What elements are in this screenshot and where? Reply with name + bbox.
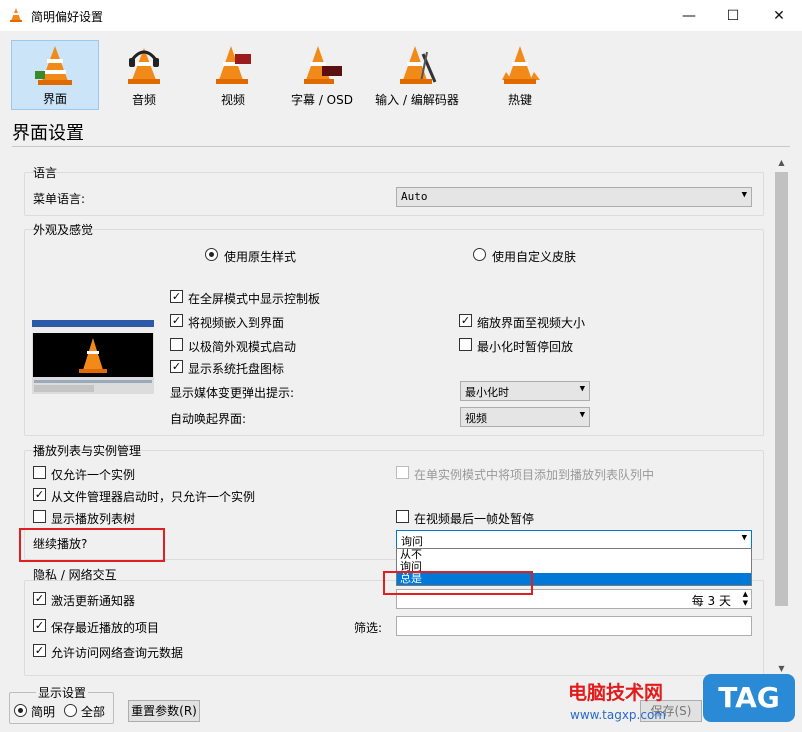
option-never[interactable]: 从不 — [397, 549, 751, 561]
category-hotkeys[interactable]: 热键 — [476, 40, 564, 110]
title-bar: 简明偏好设置 — ☐ ✕ — [0, 0, 802, 31]
category-audio[interactable]: 音频 — [100, 40, 188, 110]
video-cone-icon — [216, 46, 251, 84]
select-value: 询问 — [401, 535, 423, 548]
native-style-preview — [32, 320, 154, 394]
popup-select[interactable]: 最小化时 ▼ — [460, 381, 590, 401]
systray-checkbox[interactable]: ✓ — [170, 360, 183, 373]
reset-preferences-button[interactable]: 重置参数(R) — [128, 700, 200, 722]
section-title: 界面设置 — [12, 123, 84, 144]
popup-label: 显示媒体变更弹出提示: — [170, 386, 295, 400]
save-recent-label: 保存最近播放的项目 — [51, 621, 160, 635]
playlist-tree-label: 显示播放列表树 — [51, 512, 136, 526]
pause-minimized-label: 最小化时暂停回放 — [477, 340, 574, 354]
chevron-down-icon: ▼ — [579, 410, 585, 420]
privacy-group-title: 隐私 / 网络交互 — [33, 568, 117, 582]
all-mode-label: 全部 — [81, 705, 106, 719]
category-label: 界面 — [42, 92, 67, 106]
pause-last-frame-checkbox[interactable] — [396, 510, 409, 523]
raise-interface-label: 自动唤起界面: — [170, 412, 247, 426]
category-label: 字幕 / OSD — [291, 93, 353, 107]
watermark-tag-badge: TAG — [703, 674, 795, 722]
language-group-title: 语言 — [33, 166, 58, 180]
update-notifier-label: 激活更新通知器 — [51, 594, 136, 608]
raise-interface-select[interactable]: 视频 ▼ — [460, 407, 590, 427]
input-codec-cone-icon — [400, 46, 437, 84]
pause-last-frame-label: 在视频最后一帧处暂停 — [414, 512, 535, 526]
native-style-radio[interactable] — [205, 248, 218, 261]
embed-video-label: 将视频嵌入到界面 — [188, 316, 285, 330]
embed-video-checkbox[interactable]: ✓ — [170, 314, 183, 327]
chevron-down-icon: ▼ — [579, 384, 585, 394]
resize-interface-checkbox[interactable]: ✓ — [459, 314, 472, 327]
playlist-tree-checkbox[interactable] — [33, 510, 46, 523]
menu-language-select[interactable]: Auto ▼ — [396, 187, 752, 207]
highlight-box-always-option — [383, 571, 533, 595]
pause-minimized-checkbox[interactable] — [459, 338, 472, 351]
native-style-label: 使用原生样式 — [224, 250, 297, 264]
category-label: 热键 — [507, 93, 532, 107]
select-value: 最小化时 — [465, 386, 509, 399]
select-value: 视频 — [465, 412, 487, 425]
category-video[interactable]: 视频 — [189, 40, 277, 110]
audio-headphones-cone-icon — [128, 48, 160, 84]
spin-arrows-icon[interactable]: ▲ ▼ — [743, 590, 748, 608]
show-settings-title: 显示设置 — [36, 684, 89, 701]
custom-skin-label: 使用自定义皮肤 — [492, 250, 577, 264]
playlist-group-title: 播放列表与实例管理 — [33, 444, 142, 458]
scroll-down-icon[interactable]: ▼ — [773, 664, 790, 673]
file-manager-instance-checkbox[interactable]: ✓ — [33, 488, 46, 501]
filter-input[interactable] — [396, 616, 752, 636]
fullscreen-controller-label: 在全屏模式中显示控制板 — [188, 292, 321, 306]
hotkeys-cone-icon — [502, 46, 540, 84]
category-subtitles-osd[interactable]: 字幕 / OSD — [278, 40, 366, 110]
scroll-up-icon[interactable]: ▲ — [773, 158, 790, 167]
minimal-mode-checkbox[interactable] — [170, 338, 183, 351]
close-button[interactable]: ✕ — [756, 0, 802, 31]
appearance-group-title: 外观及感觉 — [33, 223, 94, 237]
chevron-down-icon: ▼ — [741, 533, 747, 543]
scrollbar-thumb[interactable] — [775, 172, 788, 606]
window-title: 简明偏好设置 — [31, 10, 104, 24]
vlc-cone-icon — [10, 8, 22, 22]
simple-mode-radio[interactable] — [14, 704, 27, 717]
one-instance-label: 仅允许一个实例 — [51, 468, 136, 482]
update-interval-value: 每 3 天 — [691, 594, 731, 608]
category-label: 输入 / 编解码器 — [375, 93, 459, 107]
simple-mode-label: 简明 — [31, 705, 56, 719]
one-instance-checkbox[interactable] — [33, 466, 46, 479]
maximize-button[interactable]: ☐ — [710, 0, 756, 31]
minimal-mode-label: 以极简外观模式启动 — [188, 340, 297, 354]
chevron-down-icon: ▼ — [741, 190, 747, 200]
metadata-checkbox[interactable]: ✓ — [33, 644, 46, 657]
save-recent-checkbox[interactable]: ✓ — [33, 619, 46, 632]
watermark-text: 电脑技术网 — [568, 682, 664, 704]
category-label: 视频 — [220, 93, 245, 107]
subtitle-cone-icon — [304, 46, 342, 84]
category-input-codecs[interactable]: 输入 / 编解码器 — [367, 40, 467, 110]
fullscreen-controller-checkbox[interactable]: ✓ — [170, 290, 183, 303]
interface-cone-icon — [35, 46, 72, 85]
metadata-label: 允许访问网络查询元数据 — [51, 646, 184, 660]
systray-label: 显示系统托盘图标 — [188, 362, 285, 376]
category-label: 音频 — [131, 93, 156, 107]
select-value: Auto — [401, 190, 428, 203]
custom-skin-radio[interactable] — [473, 248, 486, 261]
filter-label: 筛选: — [354, 621, 383, 635]
highlight-box-resume-label — [19, 528, 165, 562]
enqueue-label: 在单实例模式中将项目添加到播放列表队列中 — [414, 468, 655, 482]
menu-language-label: 菜单语言: — [33, 192, 86, 206]
category-interface[interactable]: 界面 — [11, 40, 99, 110]
minimize-button[interactable]: — — [666, 0, 712, 31]
resume-playback-select[interactable]: 询问 ▼ — [396, 530, 752, 550]
update-notifier-checkbox[interactable]: ✓ — [33, 592, 46, 605]
all-mode-radio[interactable] — [64, 704, 77, 717]
divider — [12, 146, 790, 147]
enqueue-checkbox — [396, 466, 409, 479]
file-manager-instance-label: 从文件管理器启动时，只允许一个实例 — [51, 490, 256, 504]
resize-interface-label: 缩放界面至视频大小 — [477, 316, 586, 330]
watermark-url: www.tagxp.com — [570, 708, 666, 722]
